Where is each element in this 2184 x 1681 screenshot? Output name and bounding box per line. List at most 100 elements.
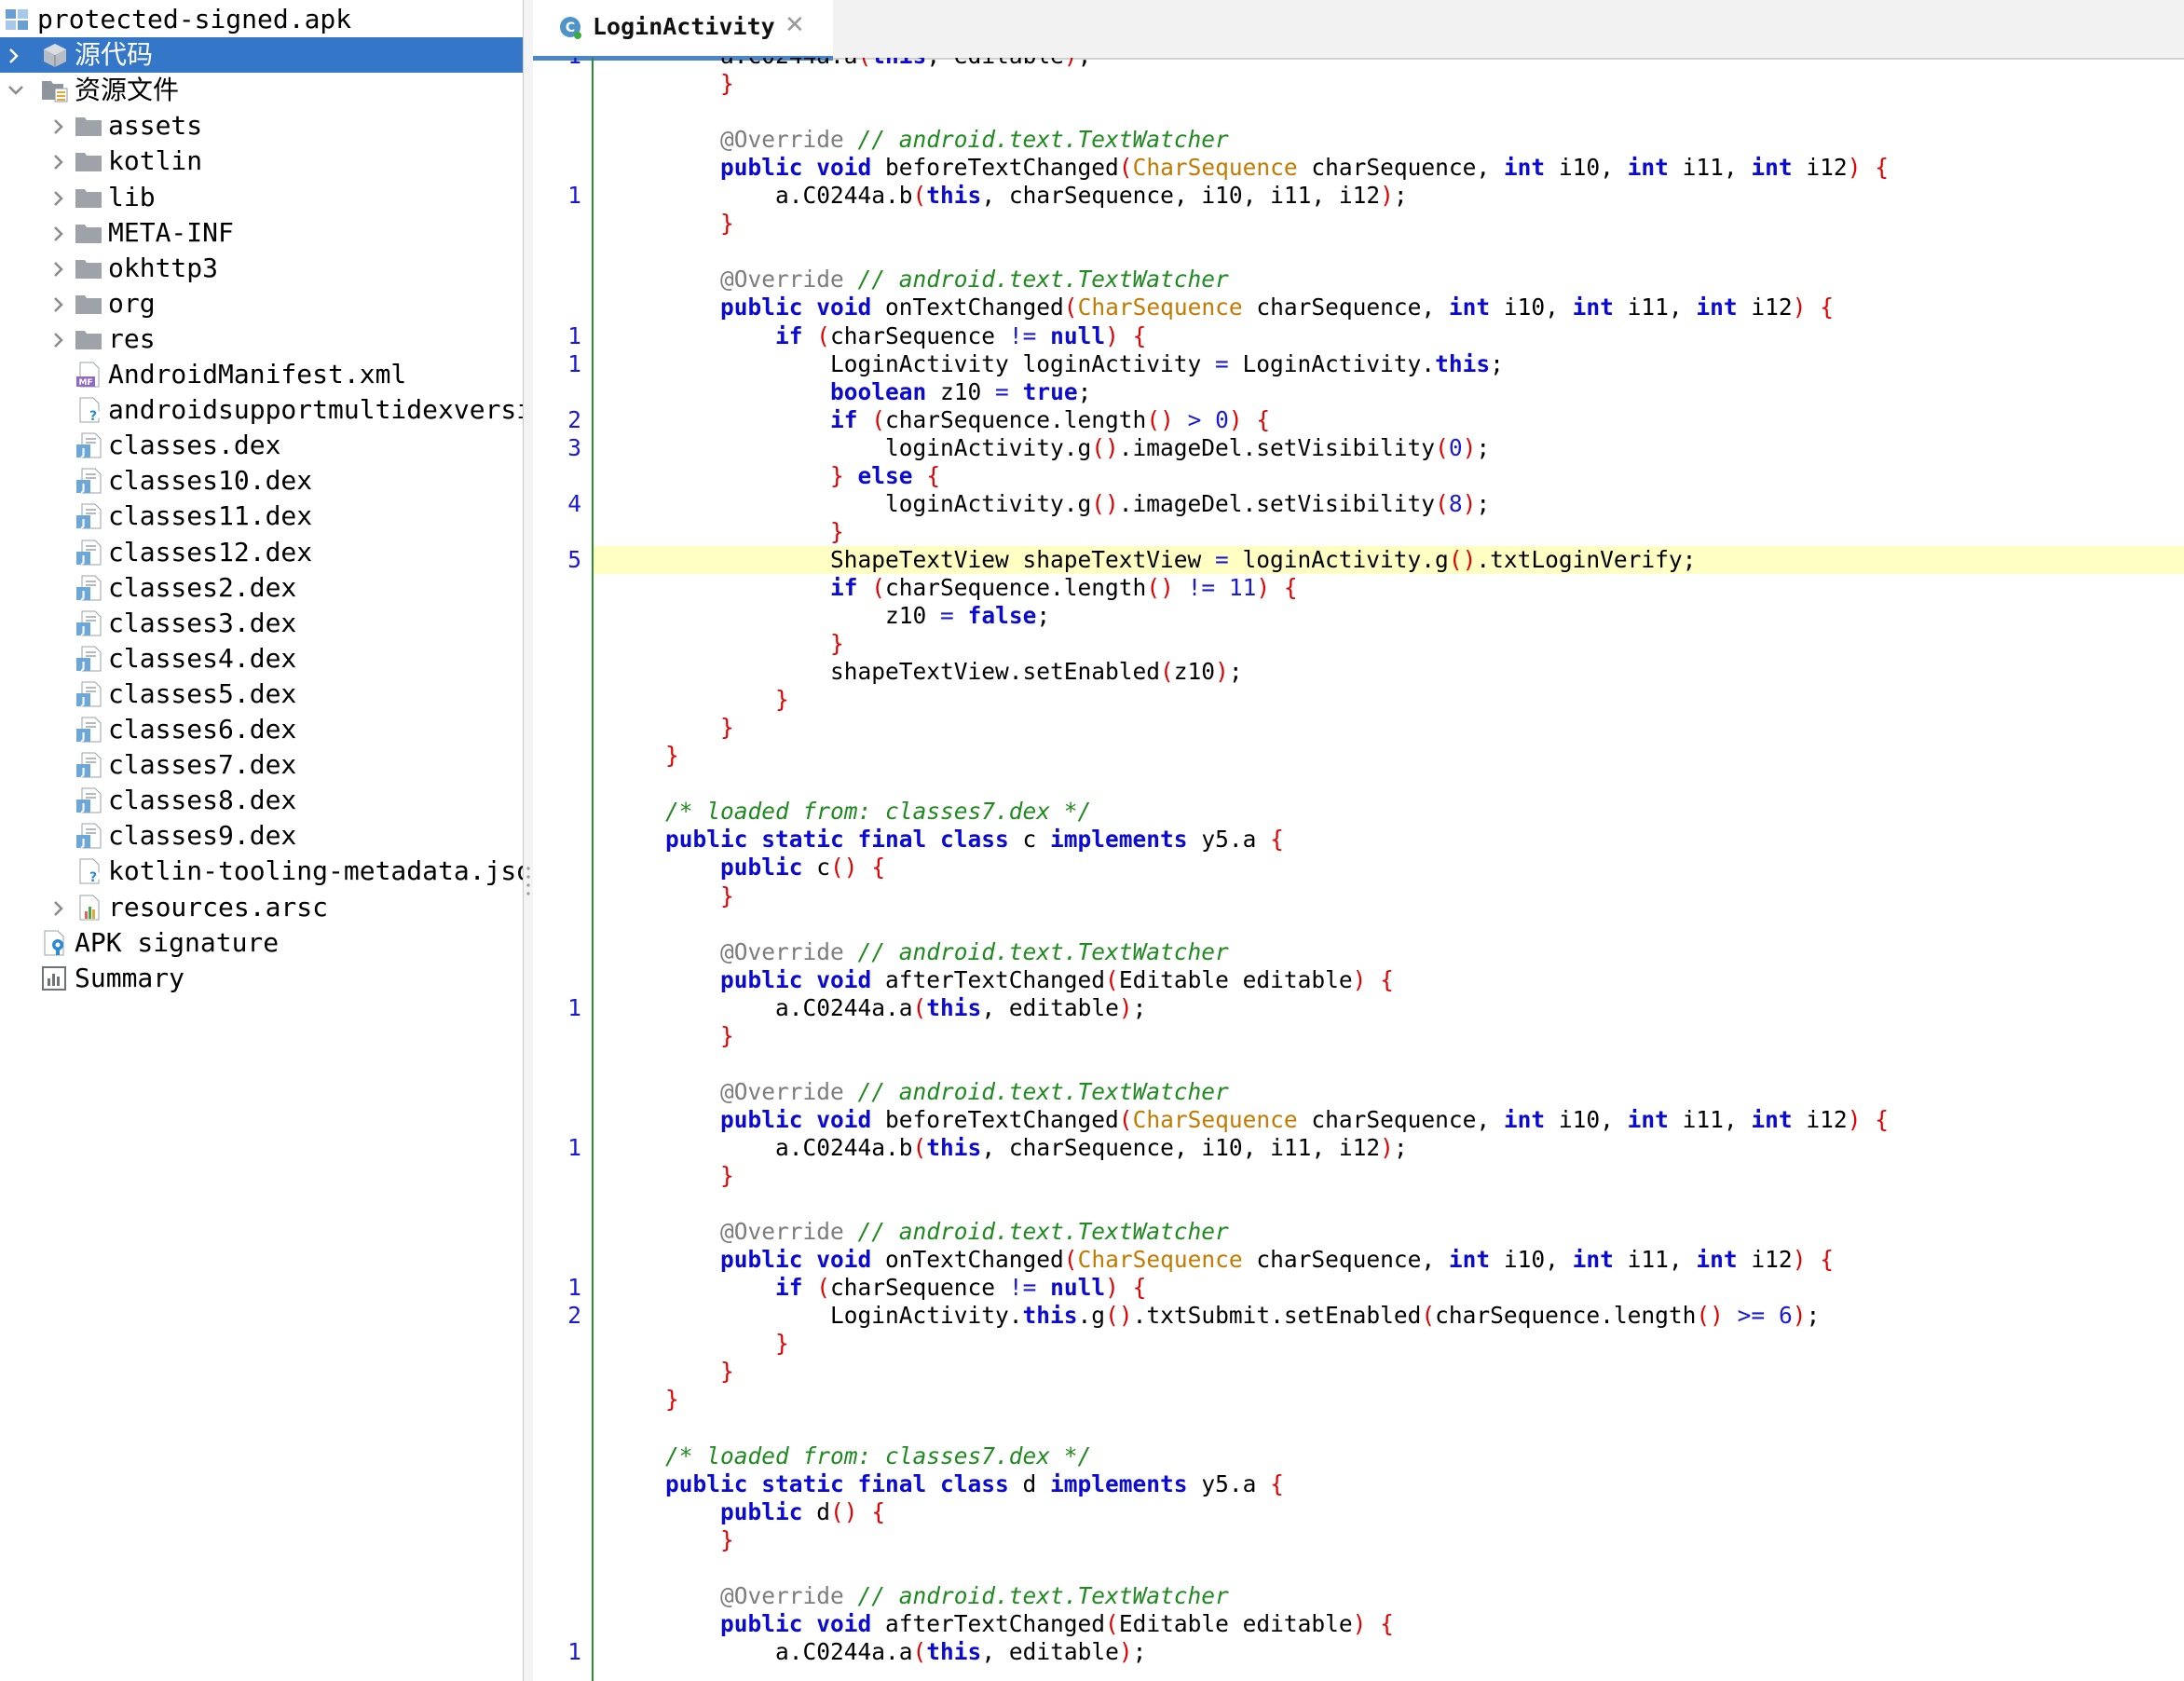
code-line: 1 LoginActivity loginActivity = LoginAct… — [533, 350, 2184, 378]
close-icon[interactable]: ✕ — [785, 11, 805, 39]
code-line: z10 = false; — [533, 602, 2184, 630]
svg-text:J: J — [80, 660, 85, 672]
code-token: ( — [816, 1274, 831, 1302]
chevron-down-icon[interactable] — [6, 73, 26, 108]
folder-icon — [75, 255, 102, 281]
code-token: } — [720, 70, 734, 98]
code-token: ; — [1228, 658, 1243, 686]
code-token: ; — [1036, 602, 1051, 629]
tree-item[interactable]: lib — [0, 180, 523, 215]
tree-item[interactable]: org — [0, 286, 523, 321]
code-token: z10 — [885, 602, 941, 629]
tree-item[interactable]: ? kotlin-tooling-metadata.json — [0, 854, 523, 889]
code-token: int — [1696, 1246, 1738, 1274]
chevron-right-icon[interactable] — [50, 251, 71, 286]
tree-item[interactable]: protected-signed.apk — [0, 2, 523, 37]
tree-item-label: 资源文件 — [75, 75, 180, 106]
svg-text:J: J — [80, 446, 85, 458]
code-token: 0 — [1215, 405, 1229, 433]
code-token: CharSequence — [1132, 1105, 1298, 1133]
tree-item[interactable]: Jclasses2.dex — [0, 570, 523, 606]
code-token: ( — [871, 405, 886, 433]
splitter-grip-icon[interactable] — [526, 865, 531, 898]
code-text: ShapeTextView shapeTextView = loginActiv… — [610, 546, 1696, 574]
code-token: ) — [1215, 658, 1229, 686]
code-text: } — [610, 518, 844, 546]
code-line: public static final class d implements y… — [533, 1470, 2184, 1498]
code-line: if (charSequence.length() != 11) { — [533, 574, 2184, 602]
code-line: 1 a.C0244a.a(this, editable); — [533, 994, 2184, 1022]
code-line: boolean z10 = true; — [533, 378, 2184, 406]
tree-item-label: classes8.dex — [108, 785, 297, 816]
tree-item[interactable]: Jclasses12.dex — [0, 535, 523, 570]
code-token: ) — [1462, 489, 1477, 517]
code-token: d — [1022, 1469, 1051, 1497]
code-token: ) — [1847, 1105, 1862, 1133]
tree-item[interactable]: APK signature — [0, 925, 523, 961]
code-line: } — [533, 1330, 2184, 1358]
line-number: 1 — [567, 321, 581, 349]
tree-item[interactable]: Jclasses3.dex — [0, 606, 523, 641]
code-line: 2 if (charSequence.length() > 0) { — [533, 406, 2184, 434]
code-token: null — [1050, 321, 1106, 349]
tree-item[interactable]: META-INF — [0, 215, 523, 251]
code-token: .imageDel.setVisibility — [1118, 433, 1436, 461]
tree-item[interactable]: kotlin — [0, 144, 523, 179]
chevron-right-icon[interactable] — [50, 286, 71, 321]
chevron-right-icon[interactable] — [6, 37, 26, 73]
tree-item[interactable]: okhttp3 — [0, 251, 523, 286]
chevron-right-icon[interactable] — [50, 180, 71, 215]
code-view[interactable]: 1 a.C0244a.a(this, editable); } @Overrid… — [533, 58, 2184, 1681]
code-token: () — [1105, 1302, 1133, 1330]
tree-item[interactable]: resources.arsc — [0, 890, 523, 925]
code-line: public void afterTextChanged(Editable ed… — [533, 1610, 2184, 1638]
code-token: public void — [720, 1609, 886, 1637]
tree-item[interactable]: ? androidsupportmultidexversio — [0, 392, 523, 428]
tree-item[interactable]: Jclasses4.dex — [0, 641, 523, 676]
code-token: loginActivity.g — [885, 489, 1092, 517]
tree-item[interactable]: 资源文件 — [0, 73, 523, 108]
tree-item[interactable]: Jclasses.dex — [0, 428, 523, 463]
code-token: ) — [1462, 433, 1477, 461]
tree-item[interactable]: 源代码 — [0, 37, 523, 74]
svg-text:MF: MF — [78, 378, 92, 388]
chevron-right-icon[interactable] — [50, 108, 71, 144]
code-token: else — [857, 461, 913, 489]
code-line: public void onTextChanged(CharSequence c… — [533, 1246, 2184, 1274]
chevron-right-icon[interactable] — [50, 890, 71, 925]
code-editor: C LoginActivity ✕ 1 a.C0244a.a(this, edi… — [533, 0, 2184, 1681]
tree-item[interactable]: Jclasses8.dex — [0, 783, 523, 818]
code-token: { — [1283, 573, 1298, 601]
code-token: if — [775, 321, 817, 349]
tree-item[interactable]: res — [0, 321, 523, 357]
code-text: } — [610, 210, 734, 238]
chevron-right-icon[interactable] — [50, 144, 71, 179]
panel-splitter[interactable] — [524, 0, 533, 1681]
tree-item[interactable]: Summary — [0, 961, 523, 996]
svg-text:J: J — [80, 624, 85, 636]
tree-item[interactable]: Jclasses11.dex — [0, 499, 523, 534]
code-token: public — [720, 854, 817, 882]
code-token: , editable — [981, 1637, 1119, 1665]
tree-item[interactable]: Jclasses5.dex — [0, 676, 523, 712]
tab-loginactivity[interactable]: C LoginActivity ✕ — [533, 0, 833, 61]
code-token: = — [1215, 545, 1229, 573]
tree-item[interactable]: Jclasses6.dex — [0, 712, 523, 747]
code-token: } — [720, 1162, 734, 1189]
tree-item[interactable]: Jclasses10.dex — [0, 463, 523, 499]
tree-item[interactable]: Jclasses9.dex — [0, 818, 523, 854]
code-token: () — [1696, 1302, 1724, 1330]
code-token: } — [720, 210, 734, 238]
tree-item[interactable]: Jclasses7.dex — [0, 747, 523, 783]
code-token: charSequence — [830, 321, 1009, 349]
code-text: @Override // android.text.TextWatcher — [610, 266, 1229, 294]
code-token: i12 — [1737, 294, 1793, 321]
code-line: } — [533, 1358, 2184, 1386]
chevron-right-icon[interactable] — [50, 215, 71, 251]
tree-item[interactable]: MF AndroidManifest.xml — [0, 357, 523, 392]
tree-item[interactable]: assets — [0, 108, 523, 144]
chevron-right-icon[interactable] — [50, 321, 71, 357]
code-token: public — [720, 1497, 817, 1525]
